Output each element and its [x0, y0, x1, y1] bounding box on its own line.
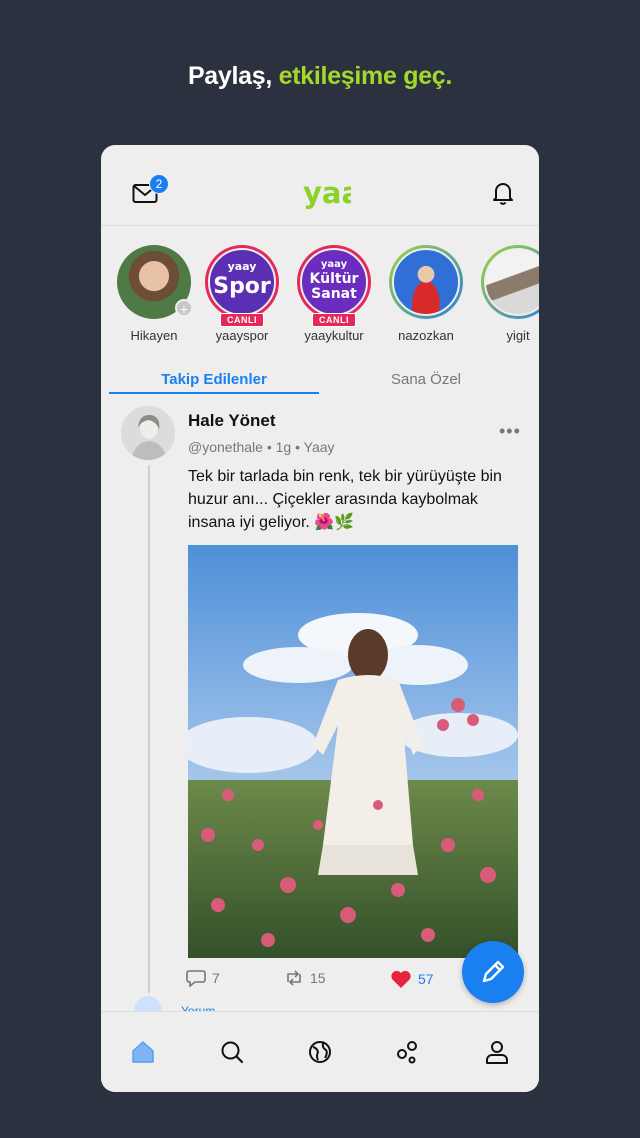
story-avatar: yaay Kültür Sanat	[300, 248, 368, 316]
globe-icon[interactable]	[307, 1039, 333, 1065]
svg-text:Kültür: Kültür	[310, 271, 359, 287]
comment-icon	[186, 970, 206, 987]
post-text: Tek bir tarlada bin renk, tek bir yürüyü…	[188, 468, 502, 531]
story-avatar: yaay Spor	[208, 248, 276, 316]
story-nazozkan[interactable]: nazozkan	[381, 245, 471, 343]
active-tab-indicator	[109, 392, 319, 394]
like-button[interactable]: 57	[390, 969, 434, 989]
live-badge: CANLI	[220, 313, 264, 327]
post-meta: @yonethale • 1g • Yaay	[188, 439, 335, 455]
bell-icon[interactable]	[491, 180, 515, 206]
headline-part1: Paylaş,	[187, 62, 279, 90]
repost-icon	[287, 970, 301, 986]
meta-separator: •	[266, 439, 272, 455]
comment-count: 7	[212, 970, 220, 986]
story-name: yigit	[506, 328, 530, 343]
story-name: Hikayen	[130, 328, 178, 343]
stories-row: + Hikayen yaay Spor CANLI yaayspor yaay …	[101, 245, 539, 355]
like-count: 57	[418, 971, 434, 987]
meta-separator: •	[295, 439, 300, 455]
yaay-logo: yaay	[303, 176, 351, 210]
repost-count: 15	[310, 970, 326, 986]
thread-line	[148, 465, 150, 993]
story-name: yaayspor	[215, 328, 269, 343]
story-yaayspor[interactable]: yaay Spor CANLI yaayspor	[197, 245, 287, 343]
story-yaaykultur[interactable]: yaay Kültür Sanat CANLI yaaykultur	[289, 245, 379, 343]
post-photo[interactable]	[188, 545, 518, 958]
comment-button[interactable]: 7	[186, 969, 220, 987]
bottom-nav	[101, 1011, 539, 1092]
heart-icon	[391, 970, 411, 988]
header-divider	[101, 225, 539, 226]
story-avatar-ring	[389, 245, 463, 319]
pencil-icon	[482, 960, 505, 983]
svg-text:yaay: yaay	[228, 260, 257, 273]
headline-accent: etkileşime geç.	[278, 62, 453, 90]
home-icon[interactable]	[130, 1039, 156, 1065]
search-icon[interactable]	[219, 1039, 245, 1065]
profile-icon[interactable]	[484, 1039, 510, 1065]
tab-following[interactable]: Takip Edilenler	[109, 371, 319, 388]
story-avatar-ring	[481, 245, 539, 319]
headline: Paylaş, etkileşime geç.	[0, 62, 640, 91]
post-source: Yaay	[303, 439, 335, 455]
story-name: yaaykultur	[304, 328, 364, 343]
avatar[interactable]	[121, 406, 175, 460]
discover-icon[interactable]	[395, 1039, 421, 1065]
compose-button[interactable]	[462, 941, 524, 1003]
mail-badge: 2	[149, 174, 169, 194]
author-handle[interactable]: @yonethale	[188, 439, 263, 455]
svg-text:yaay: yaay	[321, 259, 348, 270]
svg-text:yaay: yaay	[303, 176, 351, 210]
more-options-icon[interactable]: •••	[499, 421, 521, 442]
svg-text:Spor: Spor	[213, 274, 271, 299]
author-name[interactable]: Hale Yönet	[188, 411, 276, 431]
story-avatar-ring: yaay Spor CANLI	[205, 245, 279, 327]
top-bar: 2 yaay	[101, 145, 539, 235]
story-avatar	[484, 248, 539, 316]
story-name: nazozkan	[398, 328, 454, 343]
repost-button[interactable]: 15	[284, 969, 326, 987]
tab-for-you[interactable]: Sana Özel	[331, 371, 521, 388]
story-yigit[interactable]: yigit	[473, 245, 539, 343]
story-avatar-ring: +	[117, 245, 193, 319]
live-badge: CANLI	[312, 313, 356, 327]
add-story-icon[interactable]: +	[175, 299, 193, 317]
post-time: 1g	[275, 439, 292, 455]
phone-screen: 2 yaay + Hikayen yaay Spor	[101, 145, 539, 1092]
kultur-sanat-logo: yaay Kültür Sanat	[310, 259, 359, 302]
story-avatar	[392, 248, 460, 316]
story-avatar-ring: yaay Kültür Sanat CANLI	[297, 245, 371, 327]
spor-logo: yaay Spor	[213, 260, 271, 299]
svg-text:Sanat: Sanat	[311, 286, 357, 302]
story-own[interactable]: + Hikayen	[109, 245, 199, 343]
